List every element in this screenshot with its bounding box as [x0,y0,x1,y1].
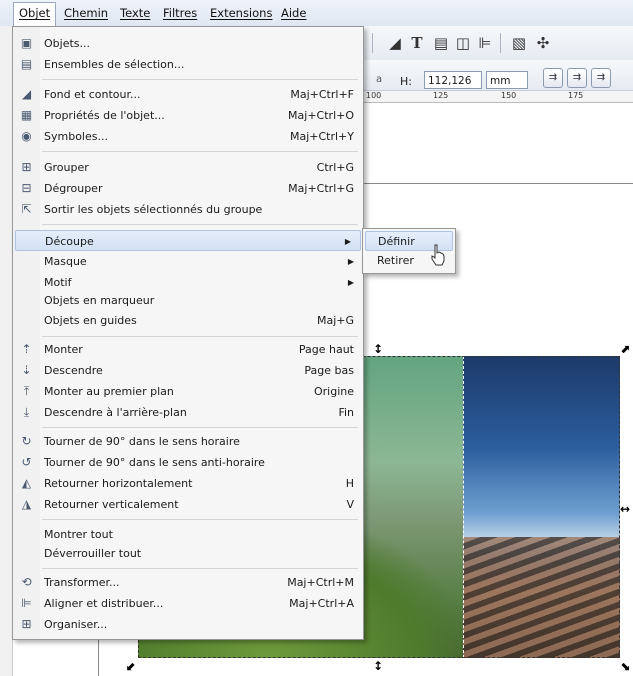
menu-item-proprietes-objet[interactable]: ▦ Propriétés de l'objet... Maj+Ctrl+O [13,105,363,126]
move-gradients-button[interactable]: ⇉ [591,68,611,88]
group-icon: ⊞ [21,160,32,174]
align-icon: ⊫ [21,596,32,610]
menu-texte[interactable]: Texte [120,6,150,20]
edit-path-icon[interactable]: ◢ [386,34,404,52]
ruler-tick-label: 175 [568,91,584,100]
preferences-icon[interactable]: ✣ [534,34,552,52]
menu-item-descendre[interactable]: ⇣ Descendre Page bas [13,360,363,381]
unit-select[interactable]: mm [486,71,528,89]
menu-item-flip-vertical[interactable]: ◮ Retourner verticalement V [13,494,363,515]
rotate-ccw-icon: ↺ [21,455,32,469]
menu-item-objets-marqueur[interactable]: Objets en marqueur [13,290,363,311]
scale-handle-bottom[interactable]: ↕ [373,660,383,672]
layers-icon[interactable]: ▤ [432,34,450,52]
menu-item-aligner[interactable]: ⊫ Aligner et distribuer... Maj+Ctrl+A [13,593,363,614]
menu-item-rotate-cw[interactable]: ↻ Tourner de 90° dans le sens horaire [13,431,363,452]
menu-item-organiser[interactable]: ⊞ Organiser... [13,614,363,635]
menu-filtres[interactable]: Filtres [163,6,197,20]
rotate-cw-icon: ↻ [21,434,32,448]
flip-vertical-icon: ◮ [21,497,32,511]
ungroup-icon: ⊟ [21,181,32,195]
scale-handle-right[interactable]: ↔ [620,503,630,515]
symbols-icon: ◉ [21,129,32,143]
lower-icon: ⇣ [21,363,32,377]
menu-item-deverrouiller-tout[interactable]: Déverrouiller tout [13,543,363,564]
raise-icon: ⇡ [21,342,32,356]
menu-item-rotate-ccw[interactable]: ↺ Tourner de 90° dans le sens anti-horai… [13,452,363,473]
ruler-tick-label: 125 [433,91,449,100]
raise-to-top-icon: ⤒ [23,384,30,398]
text-tool-icon[interactable]: T [408,34,426,52]
commands-toolbar: ◢ T ▤ ◫ ⊫ ▧ ✣ [360,26,633,60]
menu-item-transformer[interactable]: ⟲ Transformer... Maj+Ctrl+M [13,572,363,593]
height-input[interactable]: 112,126 [424,71,482,89]
menu-item-sortir-groupe[interactable]: ⇱ Sortir les objets sélectionnés du grou… [13,199,363,220]
lower-to-bottom-icon: ⤓ [23,405,30,419]
menu-item-flip-horizontal[interactable]: ◭ Retourner horizontalement H [13,473,363,494]
menu-item-premier-plan[interactable]: ⤒ Monter au premier plan Origine [13,381,363,402]
page-border-top [360,183,633,184]
menu-item-objets[interactable]: ▣ Objets... [13,33,363,54]
document-properties-icon[interactable]: ▧ [510,34,528,52]
transform-icon: ⟲ [21,575,32,589]
flip-horizontal-icon: ◭ [21,476,32,490]
menu-item-monter[interactable]: ⇡ Monter Page haut [13,339,363,360]
menu-chemin[interactable]: Chemin [64,6,108,20]
menu-item-fond-contour[interactable]: ◢ Fond et contour... Maj+Ctrl+F [13,84,363,105]
scale-handle-top[interactable]: ↕ [373,343,383,355]
scale-stroke-button[interactable]: ⇉ [543,68,563,88]
object-properties-icon: ▦ [20,108,33,122]
arrange-icon: ⊞ [21,617,32,631]
menu-item-masque[interactable]: Masque ▶ [13,251,363,272]
menu-aide[interactable]: Aide [281,6,306,20]
ruler-tick-label: 100 [366,91,382,100]
scale-corners-button[interactable]: ⇉ [567,68,587,88]
selection-sets-icon: ▤ [20,57,33,71]
menu-item-montrer-tout[interactable]: Montrer tout [13,524,363,545]
menu-item-symboles[interactable]: ◉ Symboles... Maj+Ctrl+Y [13,126,363,147]
submenu-arrow-icon: ▶ [344,237,351,246]
toolbar-separator [372,33,373,53]
scale-handle-top-right[interactable]: ⬈ [620,343,630,355]
objects-icon: ▣ [20,36,33,50]
menu-item-grouper[interactable]: ⊞ Grouper Ctrl+G [13,157,363,178]
menu-item-arriere-plan[interactable]: ⤓ Descendre à l'arrière-plan Fin [13,402,363,423]
menu-extensions[interactable]: Extensions [210,6,272,20]
ruler-tick-label: 150 [501,91,517,100]
scale-handle-bottom-right[interactable]: ⬊ [620,660,630,672]
align-icon[interactable]: ⊫ [476,34,494,52]
menu-item-ensembles-selection[interactable]: ▤ Ensembles de sélection... [13,54,363,75]
lock-ratio-label: a [376,74,383,85]
horizontal-ruler: 100 125 150 175 [360,91,633,103]
menu-item-objets-guides[interactable]: Objets en guides Maj+G [13,310,363,331]
xml-editor-icon[interactable]: ◫ [454,34,472,52]
pop-out-group-icon: ⇱ [21,202,32,216]
menu-item-degrouper[interactable]: ⊟ Dégrouper Maj+Ctrl+G [13,178,363,199]
menu-item-decoupe[interactable]: Découpe ▶ [15,230,361,251]
objet-menu: ▣ Objets... ▤ Ensembles de sélection... … [12,26,364,640]
toolbar-separator [500,33,501,53]
height-label: H: [400,75,412,88]
submenu-arrow-icon: ▶ [347,257,354,266]
menu-objet[interactable]: Objet [13,2,57,26]
scale-handle-bottom-left[interactable]: ⬋ [126,660,136,672]
hand-cursor-icon [431,244,445,266]
menubar: Objet Chemin Texte Filtres Extensions Ai… [0,0,633,27]
fill-stroke-icon: ◢ [21,87,32,101]
